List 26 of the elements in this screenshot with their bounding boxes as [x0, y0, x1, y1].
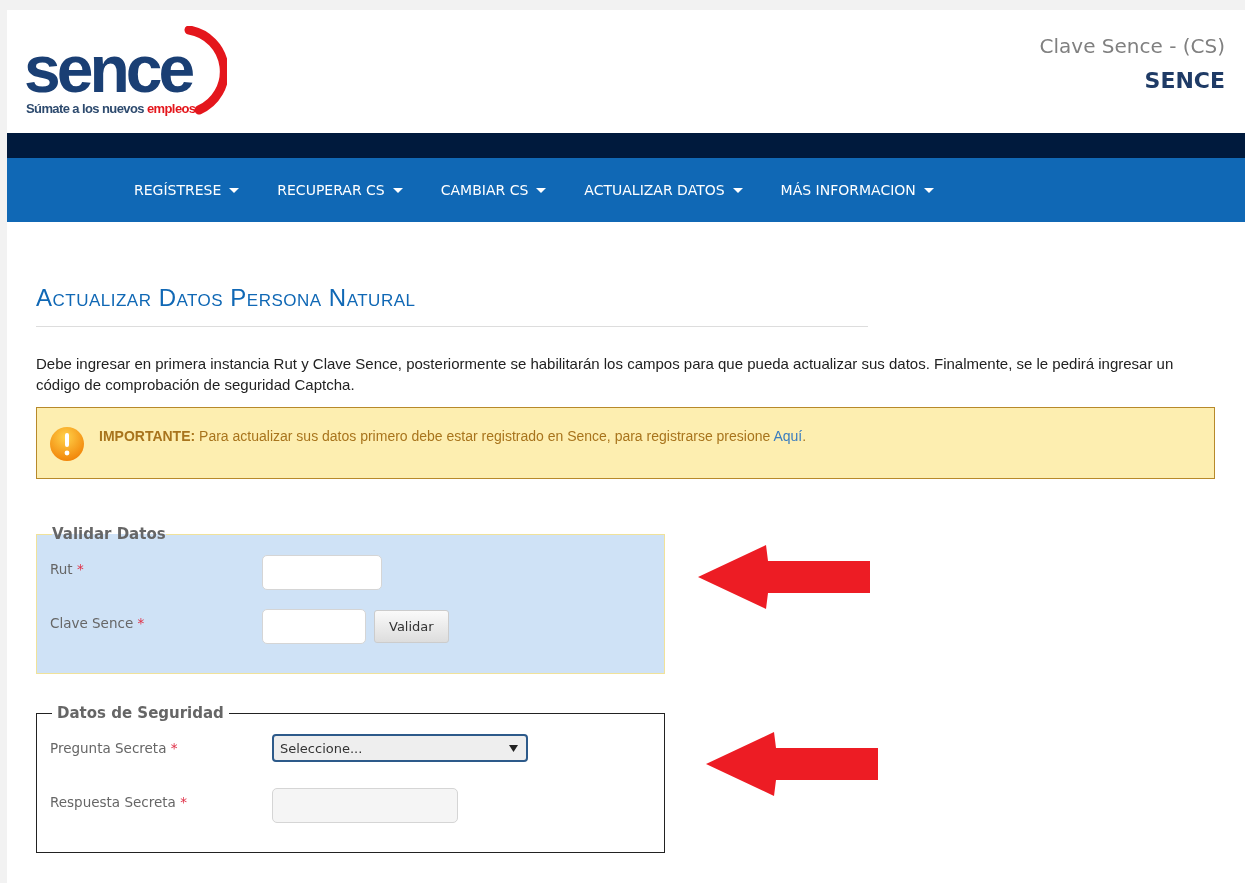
org-name: SENCE [1143, 68, 1225, 93]
logo-tagline: Súmate a los nuevos empleos [26, 101, 197, 116]
warning-icon [49, 426, 85, 462]
caret-icon [509, 744, 518, 752]
alert-message: IMPORTANTE: Para actualizar sus datos primero debe estar registrado en Sence, para registrarse presione Aquí. [99, 428, 807, 444]
validate-button[interactable]: Validar [374, 610, 449, 643]
select-dropdown[interactable]: Seleccione... [272, 734, 528, 762]
field-label: Rut * [50, 560, 85, 577]
nav-menu-item[interactable]: RECUPERAR CS [277, 174, 421, 206]
nav-menu-item[interactable]: CAMBIAR CS [440, 174, 565, 206]
logo-wordmark: sence [24, 40, 192, 98]
section-legend: Validar Datos [52, 525, 166, 543]
register-link[interactable]: Aquí [773, 428, 803, 444]
text-input[interactable] [262, 609, 366, 644]
page-title: Actualizar Datos Persona Natural [36, 284, 417, 312]
field-label: Clave Sence * [50, 614, 146, 631]
nav-menu-item[interactable]: REGÍSTRESE [134, 174, 258, 206]
text-input[interactable] [262, 555, 382, 590]
app-title: Clave Sence - (CS) [1039, 34, 1225, 58]
intro-text: Debe ingresar en primera instancia Rut y Clave Sence, posteriormente se habilitarán los campos para que pueda actualizar sus datos. Finalmente, se le pedirá ingresar un código de comprobación de seguridad Captcha. [36, 354, 1175, 395]
field-label: Respuesta Secreta * [50, 793, 188, 810]
field-label: Pregunta Secreta * [50, 739, 179, 756]
section-legend: Datos de Seguridad [52, 704, 229, 722]
nav-menu-item[interactable]: ACTUALIZAR DATOS [584, 174, 761, 206]
text-input[interactable] [272, 788, 458, 823]
nav-menu-item[interactable]: MÁS INFORMACION [780, 174, 952, 206]
